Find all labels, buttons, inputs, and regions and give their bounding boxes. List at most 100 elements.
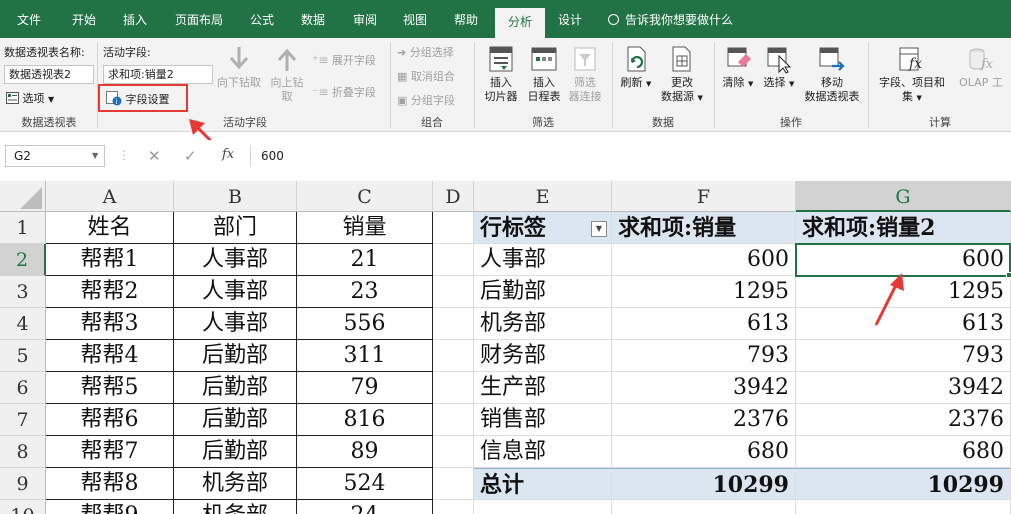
tab-view[interactable]: 视图: [390, 0, 440, 38]
group-field-button[interactable]: ▣ 分组字段: [397, 92, 455, 108]
pivot-row-label-cell[interactable]: 生产部: [474, 372, 612, 404]
pivot-value-cell[interactable]: 1295: [612, 276, 796, 308]
source-data-cell[interactable]: 帮帮2: [46, 276, 174, 308]
pivot-value-cell[interactable]: 3942: [796, 372, 1011, 404]
empty-cell[interactable]: [433, 500, 474, 514]
column-header-f[interactable]: F: [612, 181, 796, 212]
active-field-input[interactable]: 求和项:销量2: [103, 65, 213, 84]
source-header-cell[interactable]: 销量: [297, 212, 433, 244]
source-data-cell[interactable]: 帮帮5: [46, 372, 174, 404]
source-data-cell[interactable]: 816: [297, 404, 433, 436]
column-header-c[interactable]: C: [297, 181, 433, 212]
empty-cell[interactable]: [433, 372, 474, 404]
change-source-button[interactable]: 更改 数据源 ▼: [656, 44, 708, 105]
pivot-value-cell[interactable]: 680: [796, 436, 1011, 468]
empty-cell[interactable]: [433, 212, 474, 244]
tab-formulas[interactable]: 公式: [238, 0, 286, 38]
pivot-header-cell[interactable]: 求和项:销量2: [796, 212, 1011, 244]
source-data-cell[interactable]: 人事部: [174, 244, 297, 276]
row-header-7[interactable]: 7: [0, 404, 46, 436]
pivot-row-label-cell[interactable]: 机务部: [474, 308, 612, 340]
pivot-value-cell[interactable]: 680: [612, 436, 796, 468]
pivot-total-cell[interactable]: 10299: [612, 468, 796, 500]
source-data-cell[interactable]: 帮帮8: [46, 468, 174, 500]
expand-field-button[interactable]: ⁺≡ 展开字段: [312, 52, 376, 68]
source-data-cell[interactable]: 524: [297, 468, 433, 500]
source-data-cell[interactable]: 89: [297, 436, 433, 468]
drill-down-button[interactable]: 向下钻取: [214, 44, 264, 90]
row-header-9[interactable]: 9: [0, 468, 46, 500]
source-data-cell[interactable]: 帮帮9: [46, 500, 174, 514]
source-data-cell[interactable]: 后勤部: [174, 436, 297, 468]
tab-review[interactable]: 审阅: [340, 0, 390, 38]
name-box-dropdown-icon[interactable]: ▼: [92, 151, 98, 160]
empty-cell[interactable]: [796, 500, 1011, 514]
tab-design[interactable]: 设计: [547, 0, 593, 38]
filter-connections-button[interactable]: 筛选 器连接: [564, 44, 606, 104]
row-header-10[interactable]: 10: [0, 500, 46, 514]
source-data-cell[interactable]: 帮帮6: [46, 404, 174, 436]
pivot-header-cell[interactable]: 行标签 ▼: [474, 212, 612, 244]
source-header-cell[interactable]: 部门: [174, 212, 297, 244]
empty-cell[interactable]: [433, 468, 474, 500]
source-data-cell[interactable]: 后勤部: [174, 404, 297, 436]
tell-me-search[interactable]: 告诉我你想要做什么: [608, 0, 733, 38]
row-header-3[interactable]: 3: [0, 276, 46, 308]
cancel-icon[interactable]: ✕: [148, 147, 161, 165]
source-data-cell[interactable]: 后勤部: [174, 372, 297, 404]
source-data-cell[interactable]: 帮帮7: [46, 436, 174, 468]
source-data-cell[interactable]: 79: [297, 372, 433, 404]
row-header-4[interactable]: 4: [0, 308, 46, 340]
tab-insert[interactable]: 插入: [110, 0, 160, 38]
clear-button[interactable]: 清除 ▼: [718, 44, 758, 91]
pivot-total-cell[interactable]: 10299: [796, 468, 1011, 500]
row-header-2[interactable]: 2: [0, 244, 46, 276]
pivot-row-label-cell[interactable]: 财务部: [474, 340, 612, 372]
pivot-row-label-cell[interactable]: 人事部: [474, 244, 612, 276]
fields-items-sets-button[interactable]: fx 字段、项目和集 ▼: [872, 44, 952, 105]
tab-home[interactable]: 开始: [58, 0, 110, 38]
move-pivot-button[interactable]: 移动 数据透视表: [798, 44, 866, 104]
source-data-cell[interactable]: 556: [297, 308, 433, 340]
source-data-cell[interactable]: 24: [297, 500, 433, 514]
source-data-cell[interactable]: 帮帮3: [46, 308, 174, 340]
empty-cell[interactable]: [433, 308, 474, 340]
pivot-value-cell[interactable]: 2376: [612, 404, 796, 436]
tab-data[interactable]: 数据: [286, 0, 340, 38]
pivot-row-label-cell[interactable]: 信息部: [474, 436, 612, 468]
empty-cell[interactable]: [433, 244, 474, 276]
source-data-cell[interactable]: 机务部: [174, 500, 297, 514]
select-button[interactable]: 选择 ▼: [758, 44, 800, 91]
pivot-value-cell[interactable]: 600: [612, 244, 796, 276]
select-all-corner[interactable]: [0, 181, 46, 212]
column-header-g[interactable]: G: [796, 181, 1011, 212]
source-data-cell[interactable]: 后勤部: [174, 340, 297, 372]
refresh-button[interactable]: 刷新 ▼: [616, 44, 656, 91]
options-button[interactable]: 选项 ▼: [6, 90, 54, 106]
column-header-e[interactable]: E: [474, 181, 612, 212]
source-data-cell[interactable]: 21: [297, 244, 433, 276]
insert-function-icon[interactable]: fx: [222, 147, 234, 162]
source-data-cell[interactable]: 人事部: [174, 308, 297, 340]
pivot-total-cell[interactable]: 总计: [474, 468, 612, 500]
tab-help[interactable]: 帮助: [440, 0, 492, 38]
collapse-field-button[interactable]: ⁻≡ 折叠字段: [312, 84, 376, 100]
source-data-cell[interactable]: 帮帮4: [46, 340, 174, 372]
pivot-value-cell[interactable]: 3942: [612, 372, 796, 404]
source-data-cell[interactable]: 机务部: [174, 468, 297, 500]
pivot-value-cell[interactable]: 613: [612, 308, 796, 340]
source-data-cell[interactable]: 帮帮1: [46, 244, 174, 276]
group-selection-button[interactable]: ➜ 分组选择: [397, 44, 454, 60]
empty-cell[interactable]: [433, 340, 474, 372]
pivot-row-label-cell[interactable]: 销售部: [474, 404, 612, 436]
tab-page-layout[interactable]: 页面布局: [160, 0, 238, 38]
olap-tools-button[interactable]: fx OLAP 工: [952, 44, 1010, 90]
row-header-8[interactable]: 8: [0, 436, 46, 468]
fill-handle[interactable]: [1006, 272, 1011, 278]
row-header-6[interactable]: 6: [0, 372, 46, 404]
name-box[interactable]: G2: [5, 145, 105, 167]
source-data-cell[interactable]: 人事部: [174, 276, 297, 308]
column-header-b[interactable]: B: [174, 181, 297, 212]
ungroup-button[interactable]: ▦ 取消组合: [397, 68, 455, 84]
source-data-cell[interactable]: 23: [297, 276, 433, 308]
